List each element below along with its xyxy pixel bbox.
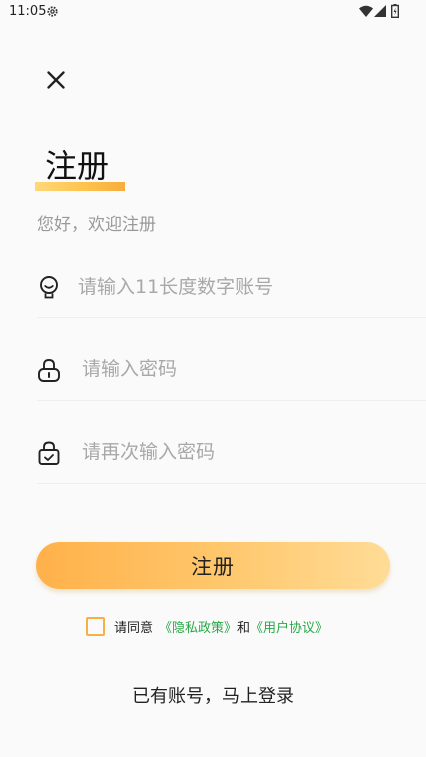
login-link[interactable]: 已有账号，马上登录 bbox=[0, 682, 426, 708]
status-bar: 11:05 bbox=[0, 0, 426, 24]
password-field-row bbox=[37, 341, 426, 401]
page-title: 注册 bbox=[45, 147, 110, 185]
close-button[interactable] bbox=[40, 64, 72, 96]
register-submit-label: 注册 bbox=[191, 555, 235, 579]
wifi-icon bbox=[359, 5, 373, 17]
lock-check-icon bbox=[38, 441, 60, 465]
signal-icon bbox=[374, 5, 386, 17]
confirm-password-field-row bbox=[37, 424, 426, 484]
privacy-policy-link[interactable]: 《隐私政策》 bbox=[159, 617, 237, 636]
register-screen: 11:05 注册 您好，欢迎注册 请输入11长度数字账号 注册 请同意 《隐私政… bbox=[0, 0, 426, 757]
password-input[interactable] bbox=[82, 344, 382, 394]
account-field-row bbox=[37, 258, 426, 318]
welcome-subtitle: 您好，欢迎注册 bbox=[37, 215, 156, 235]
confirm-password-input[interactable] bbox=[82, 427, 382, 477]
battery-icon bbox=[391, 4, 399, 18]
status-time: 11:05 bbox=[9, 4, 47, 19]
account-input[interactable] bbox=[78, 262, 378, 312]
user-agreement-link[interactable]: 《用户协议》 bbox=[250, 617, 328, 636]
agreement-row: 请同意 《隐私政策》 和 《用户协议》 bbox=[86, 616, 328, 636]
agreement-checkbox[interactable] bbox=[86, 616, 105, 636]
close-icon bbox=[47, 71, 65, 89]
gear-icon bbox=[47, 6, 58, 17]
agreement-prefix: 请同意 bbox=[114, 620, 154, 636]
agreement-and: 和 bbox=[237, 620, 251, 636]
register-submit-button[interactable]: 注册 bbox=[36, 542, 390, 589]
title-block: 注册 bbox=[35, 146, 127, 194]
lock-icon bbox=[38, 359, 60, 382]
user-badge-icon bbox=[40, 276, 58, 299]
